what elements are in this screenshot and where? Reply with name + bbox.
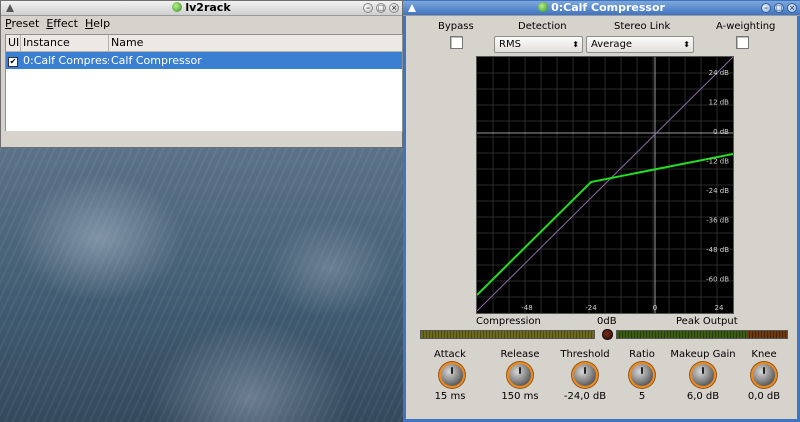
stereo-link-select[interactable]: Average ⬍ [586, 36, 694, 53]
maximize-button[interactable]: □ [376, 3, 386, 13]
menu-effect[interactable]: Effect [46, 16, 78, 32]
y-tick-label: -36 dB [706, 217, 729, 225]
compressor-title: 0:Calf Compressor [551, 1, 665, 14]
knee-value: 0,0 dB [747, 391, 781, 402]
y-tick-labels: 24 dB 12 dB 0 dB -12 dB -24 dB -36 dB -48 dB -6… [706, 69, 729, 284]
stereo-link-value: Average [591, 39, 633, 50]
release-value: 150 ms [501, 391, 539, 402]
lv2rack-titlebar[interactable]: lv2rack – □ × [1, 1, 402, 16]
compressor-window: 0:Calf Compressor – □ × Bypass Detection… [403, 0, 800, 422]
ratio-knob[interactable] [631, 364, 653, 386]
ratio-value: 5 [638, 391, 646, 402]
menubar: Preset Effect Help [5, 16, 110, 32]
minimize-button[interactable]: – [363, 3, 373, 13]
detection-value: RMS [499, 39, 521, 50]
list-header: UI Instance Name [6, 35, 402, 52]
lv2rack-window: lv2rack – □ × Preset Effect Help UI Inst… [0, 0, 403, 148]
knee-knob[interactable] [753, 364, 775, 386]
close-button[interactable]: × [787, 3, 797, 13]
y-tick-label: -48 dB [706, 246, 729, 254]
peak-output-meter [616, 330, 788, 339]
y-tick-label: 12 dB [709, 99, 730, 107]
release-label: Release [500, 349, 540, 360]
compression-meter [420, 330, 595, 339]
column-name[interactable]: Name [109, 35, 402, 51]
attack-label: Attack [434, 349, 466, 360]
lv2rack-title: lv2rack [185, 1, 231, 14]
row-name: Calf Compressor [111, 54, 202, 67]
a-weighting-checkbox[interactable] [736, 36, 749, 49]
makeup-gain-label: Makeup Gain [670, 349, 736, 360]
plugin-list[interactable]: UI Instance Name ✔ 0:Calf Compressor Cal… [5, 34, 403, 132]
x-tick-label: 24 [715, 304, 724, 312]
app-logo-icon [172, 2, 183, 12]
compressor-titlebar[interactable]: 0:Calf Compressor – □ × [403, 1, 800, 16]
attack-value: 15 ms [434, 391, 466, 402]
menu-preset[interactable]: Preset [5, 16, 39, 32]
graph-svg: 24 dB 12 dB 0 dB -12 dB -24 dB -36 dB -48 dB -6… [477, 57, 733, 313]
maximize-button[interactable]: □ [774, 3, 784, 13]
row-instance: 0:Calf Compressor [23, 54, 109, 67]
detection-select[interactable]: RMS ⬍ [494, 36, 583, 53]
app-logo-icon [538, 2, 549, 12]
x-tick-label: 0 [653, 304, 657, 312]
knee-label: Knee [751, 349, 777, 360]
column-ui[interactable]: UI [6, 35, 21, 51]
makeup-gain-knob[interactable] [692, 364, 714, 386]
status-strip [1, 131, 402, 147]
zero-db-label: 0dB [597, 316, 617, 327]
makeup-gain-value: 6,0 dB [686, 391, 720, 402]
x-tick-label: -24 [585, 304, 597, 312]
detection-label: Detection [518, 21, 567, 32]
select-arrows-icon: ⬍ [683, 40, 690, 49]
list-row[interactable]: ✔ 0:Calf Compressor Calf Compressor [6, 52, 402, 69]
close-button[interactable]: × [389, 3, 399, 13]
ui-checkbox[interactable]: ✔ [8, 57, 18, 67]
ratio-label: Ratio [629, 349, 655, 360]
transfer-curve-graph: 24 dB 12 dB 0 dB -12 dB -24 dB -36 dB -48 dB -6… [476, 56, 734, 314]
threshold-knob[interactable] [574, 364, 596, 386]
y-tick-label: -24 dB [706, 187, 729, 195]
release-knob[interactable] [509, 364, 531, 386]
bypass-label: Bypass [438, 21, 474, 32]
select-arrows-icon: ⬍ [572, 40, 579, 49]
x-tick-label: -48 [521, 304, 532, 312]
compression-label: Compression [476, 316, 541, 327]
clip-led [602, 329, 613, 340]
attack-knob[interactable] [441, 364, 463, 386]
y-tick-label: 0 dB [713, 128, 729, 136]
y-tick-label: 24 dB [709, 69, 730, 77]
column-instance[interactable]: Instance [21, 35, 109, 51]
y-tick-label: -12 dB [706, 158, 729, 166]
x-tick-labels: -48 -24 0 24 [521, 304, 724, 312]
stereo-link-label: Stereo Link [614, 21, 671, 32]
a-weighting-label: A-weighting [716, 21, 776, 32]
minimize-button[interactable]: – [761, 3, 771, 13]
y-tick-label: -60 dB [706, 276, 729, 284]
bypass-checkbox[interactable] [450, 36, 463, 49]
peak-output-label: Peak Output [676, 316, 738, 327]
menu-help[interactable]: Help [85, 16, 110, 32]
